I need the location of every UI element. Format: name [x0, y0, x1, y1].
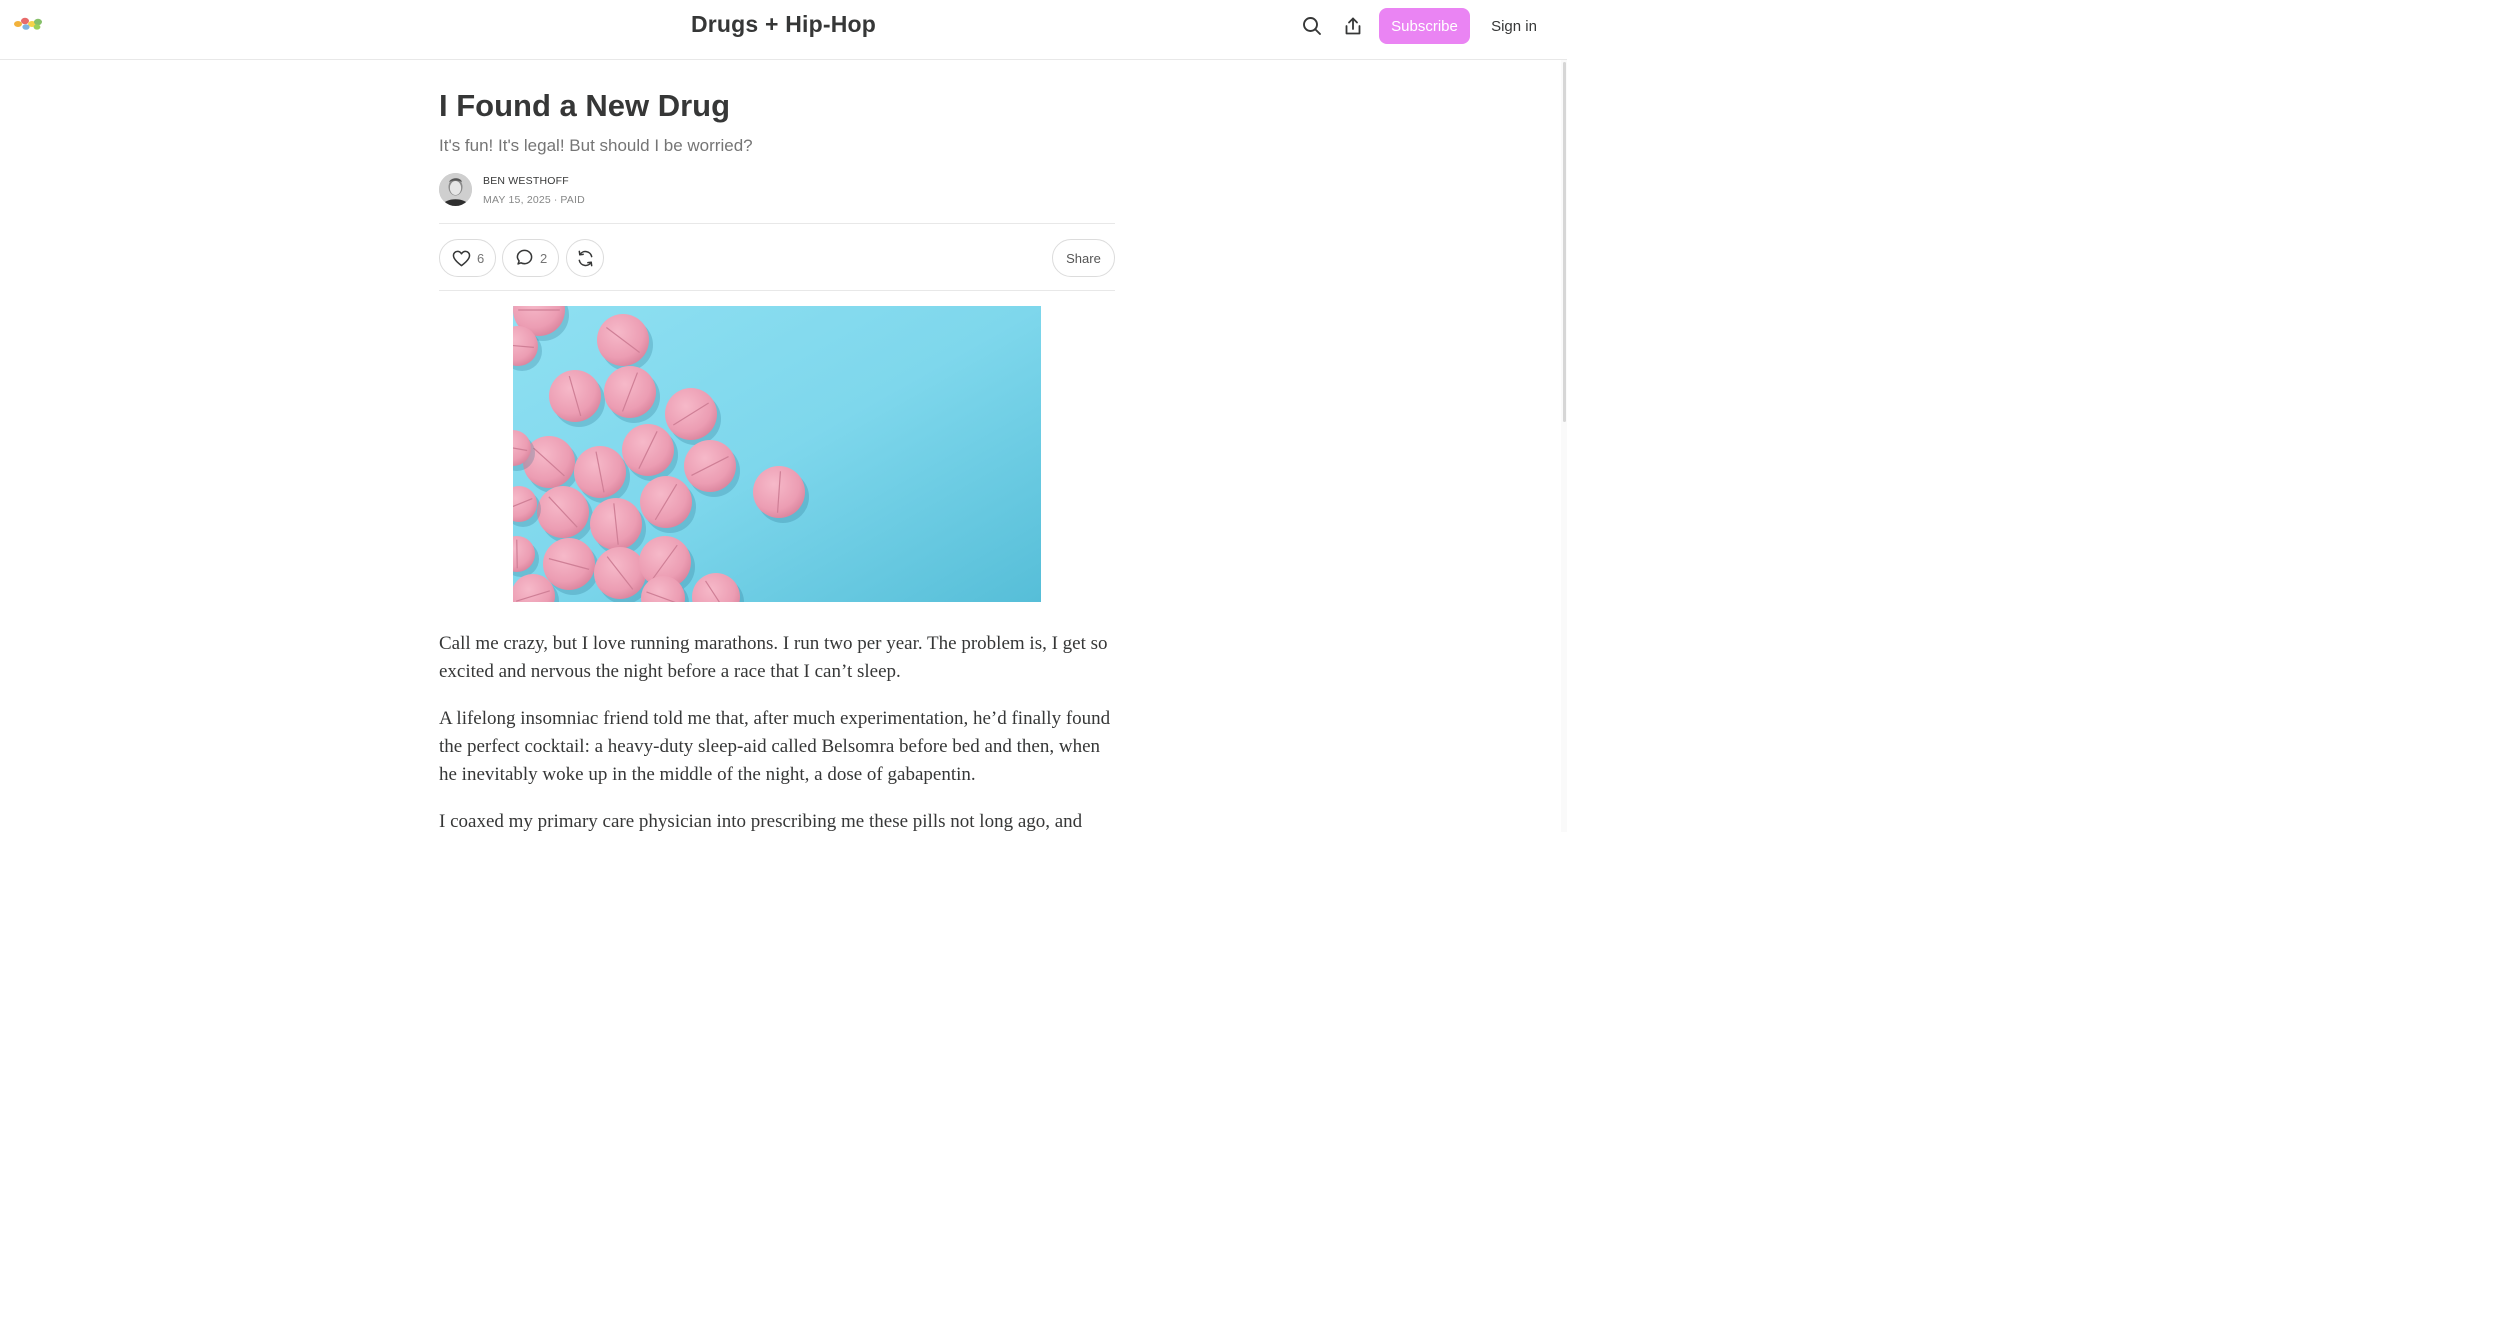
share-button[interactable]: Share — [1052, 239, 1115, 277]
search-button[interactable] — [1296, 10, 1328, 42]
search-icon — [1303, 17, 1321, 35]
restack-icon — [578, 250, 592, 266]
post-date-meta: MAY 15, 2025 ∙ PAID — [483, 194, 585, 206]
share-publication-button[interactable] — [1337, 10, 1369, 42]
pills-logo-icon[interactable] — [12, 12, 46, 36]
comment-bubble-icon — [516, 249, 533, 265]
article-body: Call me crazy, but I love running marath… — [439, 630, 1119, 832]
like-button[interactable]: 6 — [439, 239, 496, 277]
byline: BEN WESTHOFF MAY 15, 2025 ∙ PAID — [439, 173, 839, 207]
divider-top — [439, 223, 1115, 224]
post-title: I Found a New Drug — [439, 88, 731, 123]
heart-icon — [452, 250, 471, 266]
publication-title-wrap: Drugs + Hip-Hop — [0, 11, 1567, 38]
body-paragraph: I coaxed my primary care physician into … — [439, 811, 1083, 832]
post-page: Drugs + Hip-Hop Subscribe Sign in I Foun… — [0, 0, 1567, 832]
hero-image[interactable] — [513, 306, 1041, 602]
comment-button[interactable]: 2 — [502, 239, 559, 277]
upload-share-icon — [1345, 17, 1361, 35]
comment-count: 2 — [540, 250, 548, 266]
top-navigation-bar: Drugs + Hip-Hop Subscribe Sign in — [0, 0, 1567, 60]
author-avatar[interactable] — [439, 173, 472, 206]
scrollbar-thumb[interactable] — [1563, 62, 1566, 422]
body-paragraph: A lifelong insomniac friend told me that… — [439, 708, 1111, 785]
publication-title[interactable]: Drugs + Hip-Hop — [691, 11, 876, 37]
like-count: 6 — [477, 250, 485, 266]
body-paragraph: Call me crazy, but I love running marath… — [439, 633, 1108, 682]
author-name[interactable]: BEN WESTHOFF — [483, 175, 569, 187]
divider-bottom — [439, 290, 1115, 291]
subscribe-button[interactable]: Subscribe — [1379, 8, 1470, 44]
sign-in-button[interactable]: Sign in — [1481, 8, 1547, 44]
post-subtitle: It's fun! It's legal! But should I be wo… — [439, 136, 753, 155]
restack-button[interactable] — [566, 239, 604, 277]
